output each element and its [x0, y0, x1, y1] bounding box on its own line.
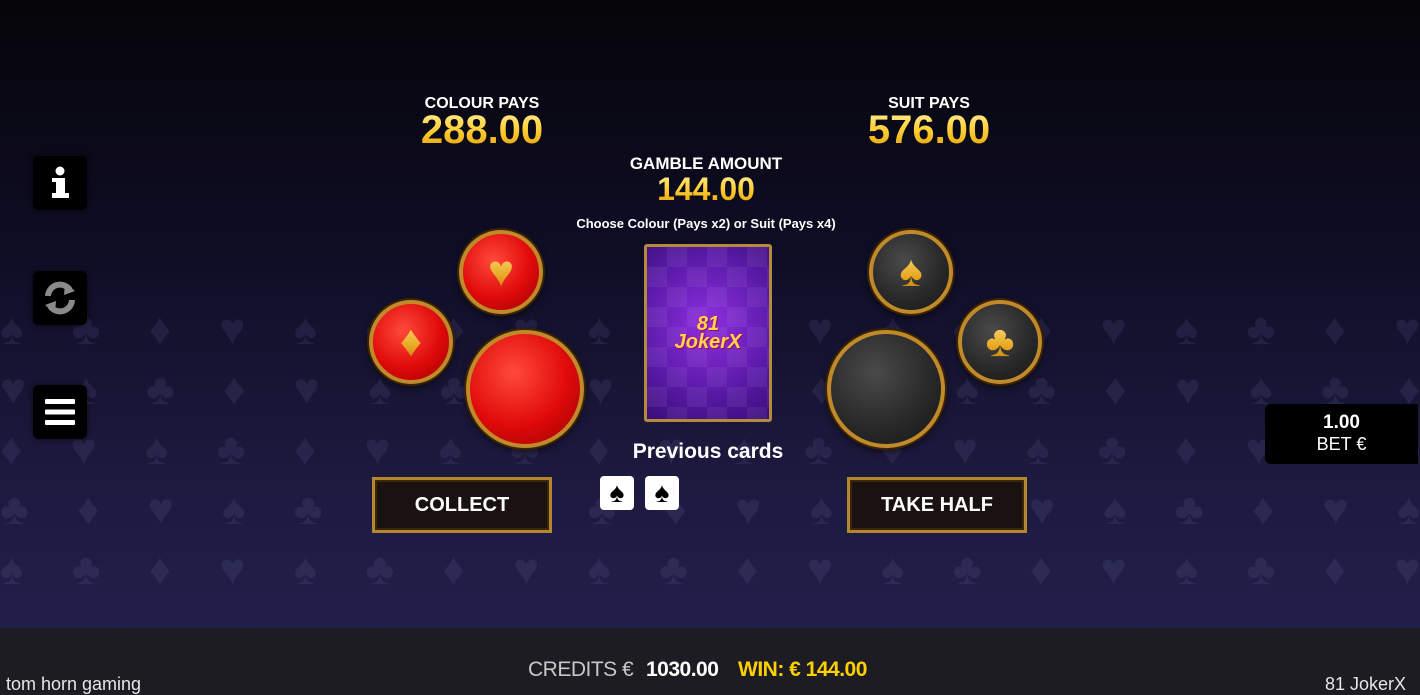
collect-button[interactable]: COLLECT [372, 477, 552, 533]
credits-value: 1030.00 [646, 658, 719, 681]
bet-label: BET € [1316, 434, 1367, 454]
gamble-card[interactable]: 81 JokerX [644, 244, 772, 422]
menu-button[interactable] [33, 385, 87, 439]
win-value: WIN: € 144.00 [738, 658, 867, 681]
club-suit-button[interactable]: ♣ [958, 300, 1042, 384]
gamble-amount-value: 144.00 [586, 171, 826, 208]
black-colour-button[interactable] [827, 330, 945, 448]
menu-icon [45, 399, 75, 425]
refresh-icon [45, 281, 75, 315]
suit-pays-value: 576.00 [809, 108, 1049, 153]
colour-pays-value: 288.00 [362, 108, 602, 153]
club-icon: ♣ [985, 317, 1015, 366]
bet-value: 1.00 [1323, 412, 1360, 433]
take-half-button[interactable]: TAKE HALF [847, 477, 1027, 533]
previous-card: ♠ [600, 476, 634, 510]
spade-suit-button[interactable]: ♠ [869, 230, 953, 314]
info-button[interactable] [33, 156, 87, 210]
red-colour-button[interactable] [466, 330, 584, 448]
previous-card: ♠ [645, 476, 679, 510]
bottom-bar: tom horn gaming CREDITS € 1030.00 WIN: €… [0, 628, 1420, 695]
diamond-icon: ♦ [399, 317, 423, 366]
diamond-suit-button[interactable]: ♦ [369, 300, 453, 384]
refresh-button[interactable] [33, 271, 87, 325]
info-icon [52, 166, 69, 198]
brand-label: tom horn gaming [6, 674, 142, 694]
game-name-label: 81 JokerX [1324, 674, 1406, 694]
gamble-instruction: Choose Colour (Pays x2) or Suit (Pays x4… [576, 216, 836, 231]
spade-icon: ♠ [899, 247, 923, 296]
heart-suit-button[interactable]: ♥ [459, 230, 543, 314]
bet-selector[interactable]: 1.00 BET € [1265, 404, 1418, 464]
previous-cards-label: Previous cards [632, 440, 784, 463]
game-logo: 81 JokerX [674, 313, 742, 353]
heart-icon: ♥ [487, 247, 515, 296]
credits-label: CREDITS € [528, 658, 634, 681]
